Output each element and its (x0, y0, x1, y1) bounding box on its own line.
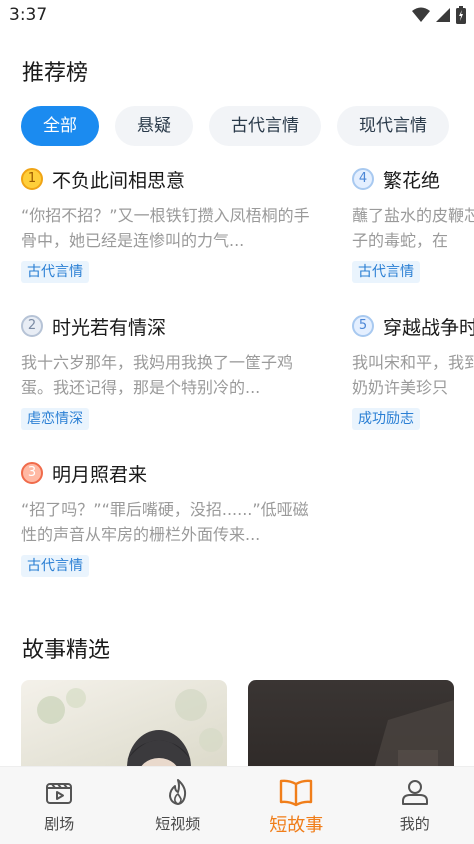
ranking-column-right: 4 繁花绝 蘸了盐水的皮鞭芯子的毒蛇，在 古代言情 5 穿越战争时 我叫宋和平，… (352, 165, 474, 459)
ranking-item[interactable]: 2 时光若有情深 我十六岁那年，我妈用我换了一筐子鸡蛋。我还记得，那是个特别冷的… (21, 312, 313, 459)
story-excerpt: 蘸了盐水的皮鞭芯子的毒蛇，在 (352, 206, 474, 250)
book-icon (280, 779, 313, 807)
rank-badge-icon: 2 (21, 315, 43, 337)
genre-tag: 成功励志 (352, 408, 420, 430)
status-icons (412, 6, 466, 24)
rank-badge-icon: 1 (21, 168, 43, 190)
genre-tag: 古代言情 (21, 555, 89, 577)
tab-all[interactable]: 全部 (21, 106, 99, 146)
ranking-column-left: 1 不负此间相思意 “你招不招？”又一根铁钉攒入凤梧桐的手骨中，她已经是连惨叫的… (21, 165, 313, 606)
genre-tag: 虐恋情深 (21, 408, 89, 430)
nav-label: 我的 (399, 815, 430, 833)
status-bar: 3:37 (0, 0, 474, 32)
wifi-icon (412, 7, 430, 22)
rankings-title: 推荐榜 (22, 61, 89, 86)
status-time: 3:37 (9, 5, 48, 25)
bottom-nav: 剧场 短视频 短故事 我的 (0, 766, 474, 844)
nav-short-story[interactable]: 短故事 (237, 767, 356, 844)
rank-badge-icon: 3 (21, 462, 43, 484)
story-excerpt: “招了吗？”“罪后嘴硬，没招......”低哑磁性的声音从牢房的栅栏外面传来..… (21, 500, 309, 544)
ranking-item[interactable]: 1 不负此间相思意 “你招不招？”又一根铁钉攒入凤梧桐的手骨中，她已经是连惨叫的… (21, 165, 313, 312)
user-icon (401, 780, 428, 805)
story-title: 繁花绝 (383, 169, 441, 192)
nav-short-video[interactable]: 短视频 (119, 767, 238, 844)
tab-suspense[interactable]: 悬疑 (115, 106, 193, 146)
story-title: 穿越战争时 (383, 316, 474, 339)
nav-label: 短视频 (155, 815, 201, 833)
signal-icon (436, 8, 450, 22)
theater-icon (46, 783, 73, 804)
ranking-item[interactable]: 4 繁花绝 蘸了盐水的皮鞭芯子的毒蛇，在 古代言情 (352, 165, 474, 312)
nav-label: 短故事 (269, 815, 324, 836)
story-excerpt: “你招不招？”又一根铁钉攒入凤梧桐的手骨中，她已经是连惨叫的力气... (21, 206, 310, 250)
nav-label: 剧场 (44, 815, 75, 833)
story-title: 时光若有情深 (52, 316, 167, 339)
genre-tag: 古代言情 (21, 261, 89, 283)
featured-title: 故事精选 (22, 638, 111, 663)
story-excerpt: 我叫宋和平，我到奶奶许美珍只 (352, 353, 474, 397)
nav-profile[interactable]: 我的 (356, 767, 474, 844)
tab-ancient-romance[interactable]: 古代言情 (209, 106, 321, 146)
rank-badge-icon: 4 (352, 168, 374, 190)
rank-badge-icon: 5 (352, 315, 374, 337)
tab-modern-romance[interactable]: 现代言情 (337, 106, 449, 146)
ranking-item[interactable]: 3 明月照君来 “招了吗？”“罪后嘴硬，没招......”低哑磁性的声音从牢房的… (21, 459, 313, 606)
battery-icon (456, 6, 466, 24)
story-excerpt: 我十六岁那年，我妈用我换了一筐子鸡蛋。我还记得，那是个特别冷的... (21, 353, 294, 397)
ranking-item[interactable]: 5 穿越战争时 我叫宋和平，我到奶奶许美珍只 成功励志 (352, 312, 474, 459)
genre-tag: 古代言情 (352, 261, 420, 283)
story-title: 明月照君来 (52, 463, 148, 486)
nav-theater[interactable]: 剧场 (0, 767, 119, 844)
category-tabs: 全部 悬疑 古代言情 现代言情 (21, 106, 449, 146)
flame-icon (168, 779, 186, 805)
story-title: 不负此间相思意 (52, 169, 186, 192)
